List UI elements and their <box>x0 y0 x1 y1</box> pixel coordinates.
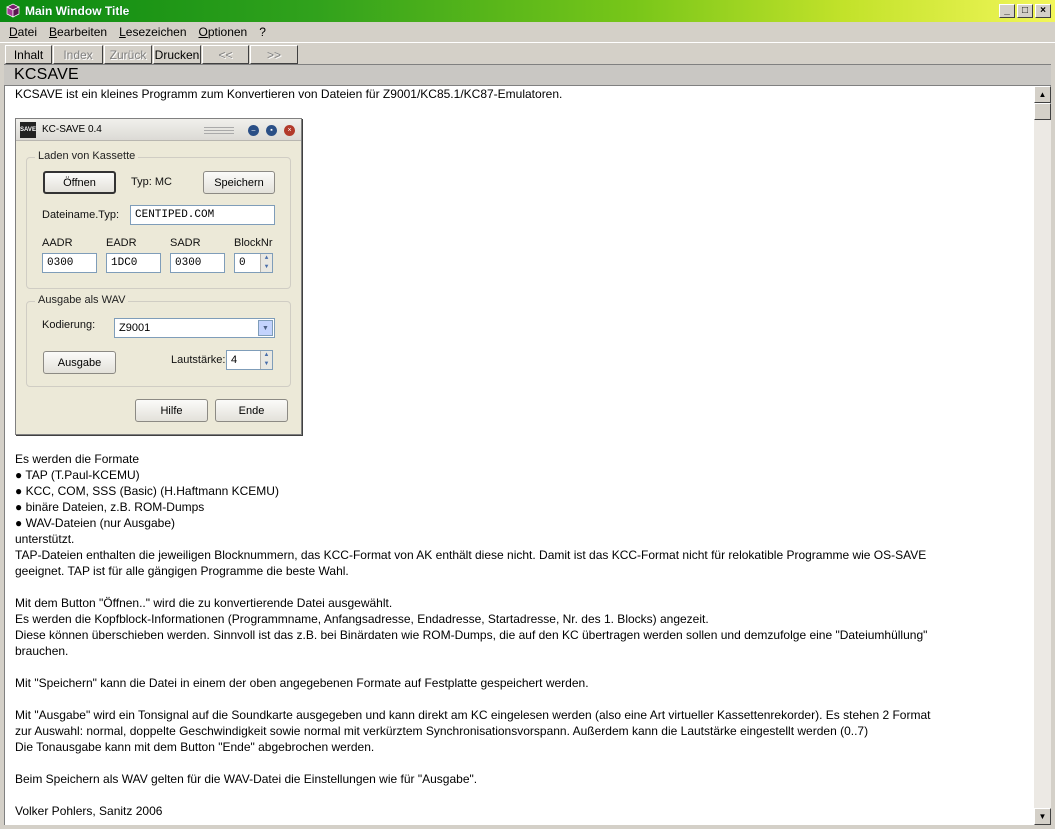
help-book-icon <box>6 3 20 18</box>
kc-aadr-label: AADR <box>42 237 73 249</box>
scroll-thumb[interactable] <box>1034 103 1051 120</box>
menu-lesezeichen[interactable]: Lesezeichen <box>113 25 192 39</box>
title-bar: Main Window Title _ □ × <box>0 0 1055 22</box>
kc-close-icon: × <box>284 125 295 136</box>
menu-help[interactable]: ? <box>253 25 272 39</box>
tap-note-line1: TAP-Dateien enthalten die jeweiligen Blo… <box>15 548 927 562</box>
kc-group-wav: Ausgabe als WAV <box>26 294 291 387</box>
history-forward-button[interactable]: >> <box>250 45 298 64</box>
kc-filename-field: CENTIPED.COM <box>130 205 275 225</box>
kc-blocknr-field: 0 ▲ ▼ <box>234 253 273 273</box>
kc-group-load-title: Laden von Kassette <box>35 150 139 162</box>
topic-title: KCSAVE <box>14 66 79 83</box>
save-text: Mit "Speichern" kann die Datei in einem … <box>15 676 589 690</box>
kc-open-button: Öffnen <box>43 171 116 194</box>
index-button[interactable]: Index <box>53 45 103 64</box>
formats-intro: Es werden die Formate <box>15 452 140 466</box>
maximize-icon: □ <box>1021 5 1029 16</box>
menu-datei[interactable]: Datei <box>3 25 43 39</box>
kc-title-bar: SAVE KC-SAVE 0.4 – ▪ × <box>16 119 301 141</box>
kc-output-button: Ausgabe <box>43 351 116 374</box>
close-button[interactable]: × <box>1035 4 1051 18</box>
output-line3: Die Tonausgabe kann mit dem Button "Ende… <box>15 740 375 754</box>
kc-minimize-icon: – <box>248 125 259 136</box>
kc-blocknr-value: 0 <box>239 257 246 269</box>
format-item-binary: ● binäre Dateien, z.B. ROM-Dumps <box>15 500 205 514</box>
minimize-button[interactable]: _ <box>999 4 1015 18</box>
toolbar: Inhalt Index Zurück Drucken << >> <box>0 42 1055 64</box>
kc-save-button: Speichern <box>203 171 275 194</box>
menu-bearbeiten[interactable]: Bearbeiten <box>43 25 113 39</box>
format-item-kcc: ● KCC, COM, SSS (Basic) (H.Haftmann KCEM… <box>15 484 279 498</box>
back-button[interactable]: Zurück <box>104 45 152 64</box>
output-line1: Mit "Ausgabe" wird ein Tonsignal auf die… <box>15 708 931 722</box>
open-line1: Mit dem Button "Öffnen.." wird die zu ko… <box>15 596 393 610</box>
vertical-scrollbar[interactable]: ▲ ▼ <box>1034 86 1051 825</box>
open-line2: Es werden die Kopfblock-Informationen (P… <box>15 612 709 626</box>
kc-volume-label: Lautstärke: <box>171 354 226 366</box>
open-line3: Diese können überschieben werden. Sinnvo… <box>15 628 928 642</box>
kc-volume-spin-icon: ▲ ▼ <box>260 351 272 369</box>
kc-blocknr-label: BlockNr <box>234 237 273 249</box>
kc-eadr-label: EADR <box>106 237 137 249</box>
kc-encoding-label: Kodierung: <box>42 319 96 331</box>
kc-aadr-field: 0300 <box>42 253 97 273</box>
author-text: Volker Pohlers, Sanitz 2006 <box>15 804 163 818</box>
format-item-tap: ● TAP (T.Paul-KCEMU) <box>15 468 140 482</box>
output-line2: zur Auswahl: normal, doppelte Geschwindi… <box>15 724 869 738</box>
window-title: Main Window Title <box>25 4 130 18</box>
kc-encoding-value: Z9001 <box>119 322 151 334</box>
kc-chevron-down-icon: ▼ <box>258 320 273 336</box>
kc-help-button: Hilfe <box>135 399 208 422</box>
kc-maximize-icon: ▪ <box>266 125 277 136</box>
scroll-up-arrow-icon[interactable]: ▲ <box>1034 86 1051 103</box>
intro-text: KCSAVE ist ein kleines Programm zum Konv… <box>15 87 563 101</box>
history-back-button[interactable]: << <box>202 45 249 64</box>
menu-bar: Datei Bearbeiten Lesezeichen Optionen ? <box>0 22 1055 42</box>
inhalt-button[interactable]: Inhalt <box>5 45 52 64</box>
kc-group-wav-title: Ausgabe als WAV <box>35 294 129 306</box>
kc-end-button: Ende <box>215 399 288 422</box>
help-content: KCSAVE ist ein kleines Programm zum Konv… <box>4 86 1034 825</box>
kc-type-label: Typ: MC <box>131 176 172 188</box>
minimize-icon: _ <box>1004 5 1010 16</box>
supported-text: unterstützt. <box>15 532 75 546</box>
kc-grip-icon <box>204 127 234 136</box>
scroll-down-arrow-icon[interactable]: ▼ <box>1034 808 1051 825</box>
kc-eadr-field: 1DC0 <box>106 253 161 273</box>
open-line4: brauchen. <box>15 644 69 658</box>
maximize-button[interactable]: □ <box>1017 4 1033 18</box>
kc-title-text: KC-SAVE 0.4 <box>42 124 102 135</box>
kc-encoding-select: Z9001 ▼ <box>114 318 275 338</box>
format-item-wav: ● WAV-Dateien (nur Ausgabe) <box>15 516 175 530</box>
menu-optionen[interactable]: Optionen <box>193 25 254 39</box>
print-button[interactable]: Drucken <box>153 45 201 64</box>
kcsave-screenshot: SAVE KC-SAVE 0.4 – ▪ × Laden von Kassett… <box>15 118 302 435</box>
kc-volume-field: 4 ▲ ▼ <box>226 350 273 370</box>
kc-sadr-label: SADR <box>170 237 201 249</box>
kc-blocknr-spin-icon: ▲ ▼ <box>260 254 272 272</box>
close-icon: × <box>1040 5 1046 16</box>
kc-volume-value: 4 <box>231 354 238 366</box>
kc-filename-label: Dateiname.Typ: <box>42 209 120 221</box>
kc-sadr-field: 0300 <box>170 253 225 273</box>
tap-note-line2: geeignet. TAP ist für alle gängigen Prog… <box>15 564 349 578</box>
kc-logo: SAVE <box>20 121 36 138</box>
wav-text: Beim Speichern als WAV gelten für die WA… <box>15 772 478 786</box>
topic-header: KCSAVE <box>4 64 1051 86</box>
